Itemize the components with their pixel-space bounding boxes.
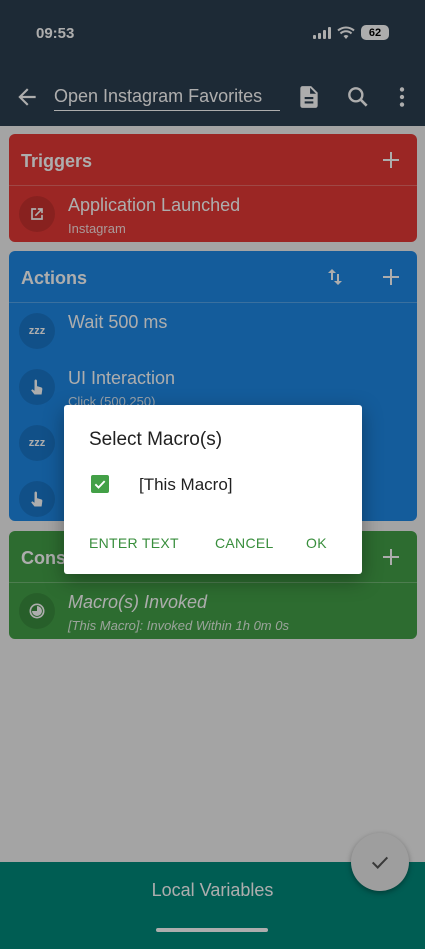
ok-button[interactable]: OK <box>306 535 327 551</box>
macro-option[interactable]: [This Macro] <box>89 473 339 505</box>
enter-text-button[interactable]: ENTER TEXT <box>89 535 179 551</box>
checkbox-checked-icon[interactable] <box>91 475 109 493</box>
select-macro-dialog: Select Macro(s) [This Macro] ENTER TEXT … <box>64 405 362 574</box>
dialog-title: Select Macro(s) <box>89 429 223 450</box>
cancel-button[interactable]: CANCEL <box>215 535 274 551</box>
macro-option-label: [This Macro] <box>139 475 233 494</box>
